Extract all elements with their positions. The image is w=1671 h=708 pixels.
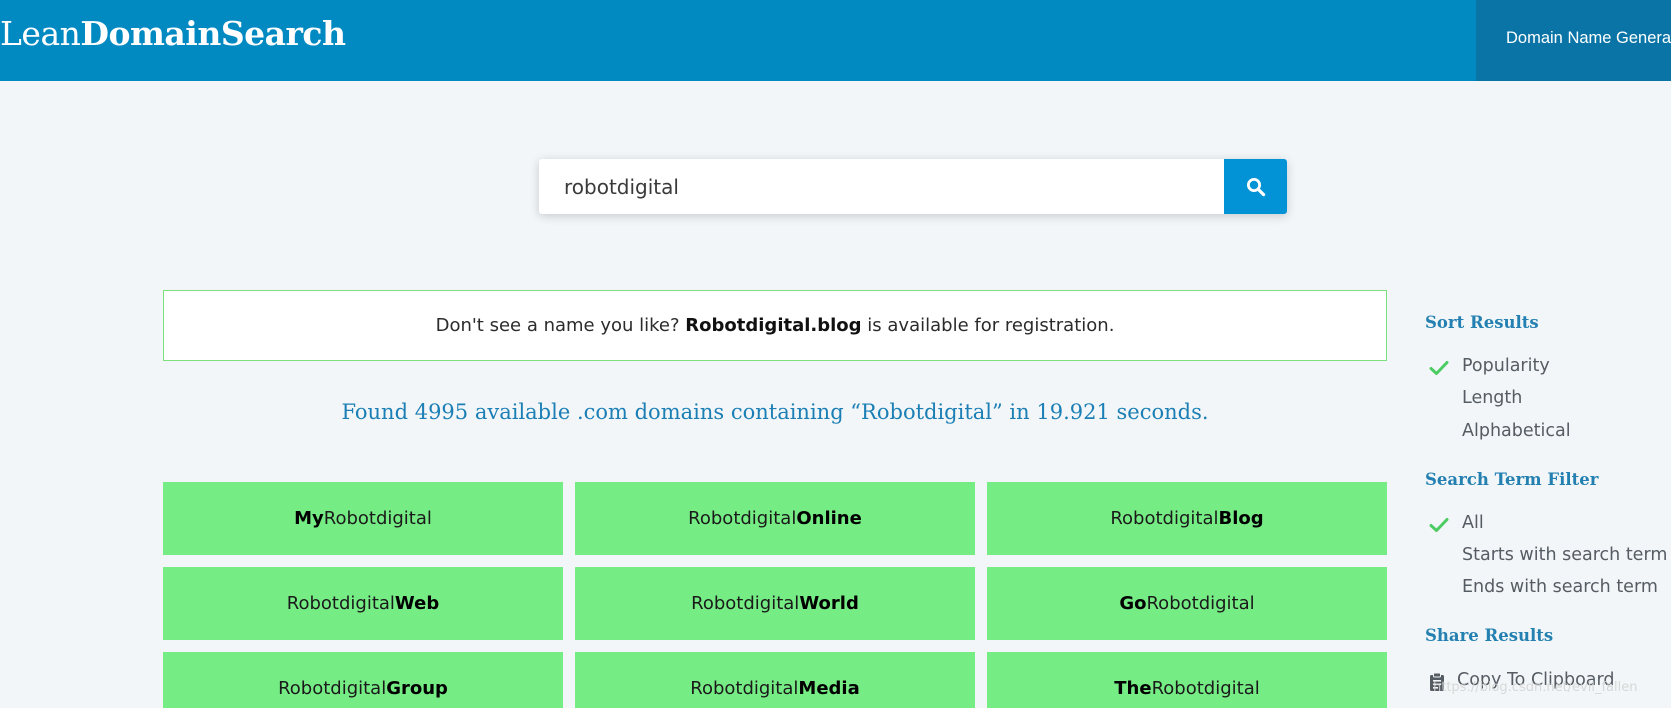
search-button[interactable]	[1224, 159, 1287, 214]
checkmark-icon	[1429, 361, 1449, 375]
filter-option-label: All	[1462, 513, 1484, 533]
logo-bold-text: DomainSearch	[80, 14, 346, 53]
sort-results-heading: Sort Results	[1425, 313, 1539, 332]
result-bold-part: World	[799, 593, 859, 614]
result-bold-part: Web	[394, 593, 440, 614]
site-logo[interactable]: LeanDomainSearch	[0, 14, 346, 53]
result-bold-part: My	[294, 508, 324, 529]
results-grid: My Robotdigital Robotdigital Online Robotd…	[163, 482, 1387, 708]
filter-option-label: Starts with search term	[1462, 545, 1668, 565]
result-card[interactable]: My Robotdigital	[163, 482, 563, 555]
result-plain-part: Robotdigital	[278, 678, 387, 699]
top-header: LeanDomainSearch Domain Name Generat	[0, 0, 1671, 81]
nav-label: Domain Name Generat	[1506, 29, 1671, 47]
sort-option-label: Alphabetical	[1462, 421, 1571, 441]
filter-option-ends-with[interactable]: Ends with search term	[1425, 576, 1671, 602]
filter-option-all[interactable]: All	[1425, 512, 1671, 538]
result-card[interactable]: The Robotdigital	[987, 652, 1387, 708]
sort-option-alphabetical[interactable]: Alphabetical	[1425, 420, 1671, 446]
result-plain-part: Robotdigital	[1151, 678, 1260, 699]
result-plain-part: Robotdigital	[1146, 593, 1255, 614]
result-bold-part: Media	[798, 678, 860, 699]
result-plain-part: Robotdigital	[690, 678, 799, 699]
result-plain-part: Robotdigital	[1110, 508, 1219, 529]
results-sidebar: Sort Results Popularity Length Alphabeti…	[1425, 300, 1671, 708]
result-card[interactable]: Robotdigital Web	[163, 567, 563, 640]
notice-prefix: Don't see a name you like?	[435, 315, 680, 336]
result-plain-part: Robotdigital	[688, 508, 797, 529]
result-bold-part: Online	[796, 508, 862, 529]
results-summary: Found 4995 available .com domains contai…	[341, 400, 1209, 424]
result-bold-part: The	[1114, 678, 1152, 699]
notice-domain[interactable]: Robotdigital.blog	[685, 315, 861, 336]
filter-option-starts-with[interactable]: Starts with search term	[1425, 544, 1671, 570]
result-plain-part: Robotdigital	[691, 593, 800, 614]
sort-option-label: Popularity	[1462, 356, 1550, 376]
watermark-text: https://blog.csdn.net/evil_fallen	[1433, 680, 1638, 695]
result-plain-part: Robotdigital	[286, 593, 395, 614]
notice-suffix: is available for registration.	[867, 315, 1115, 336]
result-plain-part: Robotdigital	[323, 508, 432, 529]
filter-option-label: Ends with search term	[1462, 577, 1658, 597]
share-results-heading: Share Results	[1425, 626, 1554, 645]
result-bold-part: Go	[1119, 593, 1147, 614]
sort-option-label: Length	[1462, 388, 1523, 408]
search-input[interactable]	[539, 159, 1223, 214]
search-bar	[539, 159, 1287, 214]
result-card[interactable]: Robotdigital Media	[575, 652, 975, 708]
checkmark-icon	[1429, 518, 1449, 532]
result-card[interactable]: Go Robotdigital	[987, 567, 1387, 640]
result-card[interactable]: Robotdigital Group	[163, 652, 563, 708]
nav-domain-name-generator[interactable]: Domain Name Generat	[1476, 0, 1671, 81]
sort-option-popularity[interactable]: Popularity	[1425, 355, 1671, 381]
result-bold-part: Group	[386, 678, 448, 699]
sort-option-length[interactable]: Length	[1425, 387, 1671, 413]
result-card[interactable]: Robotdigital World	[575, 567, 975, 640]
search-term-filter-heading: Search Term Filter	[1425, 470, 1599, 489]
logo-light-text: Lean	[0, 14, 81, 53]
result-card[interactable]: Robotdigital Online	[575, 482, 975, 555]
result-bold-part: Blog	[1218, 508, 1264, 529]
availability-notice: Don't see a name you like? Robotdigital.…	[163, 290, 1387, 361]
search-icon	[1246, 177, 1265, 196]
result-card[interactable]: Robotdigital Blog	[987, 482, 1387, 555]
